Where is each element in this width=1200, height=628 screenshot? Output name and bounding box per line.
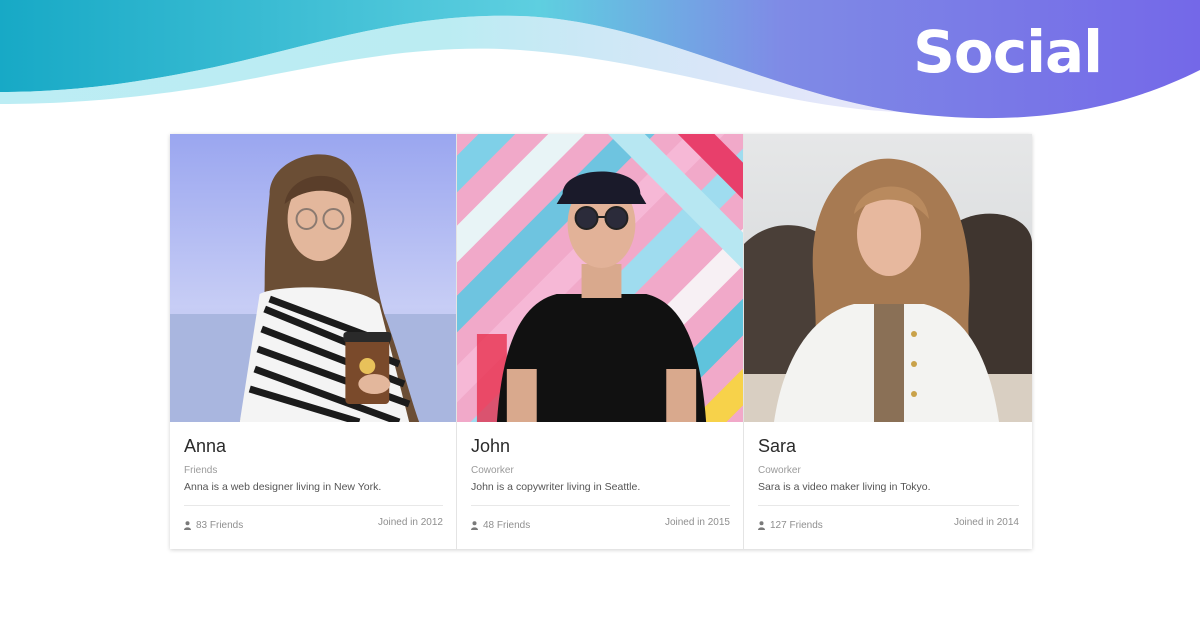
friends-count[interactable]: 83 Friends [184,520,243,531]
profile-cards: Anna Friends Anna is a web designer livi… [170,134,1032,549]
profile-photo-john [457,134,743,422]
profile-card-anna[interactable]: Anna Friends Anna is a web designer livi… [170,134,457,549]
friends-label: 127 Friends [770,520,823,531]
joined-date: Joined in 2012 [377,517,443,528]
card-footer: 83 Friends Joined in 2012 [184,517,443,533]
card-footer: 48 Friends Joined in 2015 [471,517,730,533]
card-description: John is a copywriter living in Seattle. [471,481,641,493]
card-name: Anna [184,436,227,456]
profile-card-sara[interactable]: Sara Coworker Sara is a video maker livi… [744,134,1032,549]
card-relation: Coworker [471,465,514,476]
friends-label: 48 Friends [483,520,531,531]
profile-photo-anna [170,134,456,422]
card-relation: Coworker [758,465,801,476]
card-divider [184,505,443,506]
card-divider [471,505,730,506]
brand-title: Social [913,18,1103,86]
friends-label: 83 Friends [196,520,244,531]
user-icon [471,521,478,530]
profile-photo-sara [744,134,1032,422]
user-icon [184,521,191,530]
friends-count[interactable]: 48 Friends [471,520,530,531]
card-description: Anna is a web designer living in New Yor… [184,481,382,493]
user-icon [758,521,765,530]
joined-date: Joined in 2014 [953,517,1019,528]
card-footer: 127 Friends Joined in 2014 [758,517,1019,533]
profile-card-john[interactable]: John Coworker John is a copywriter livin… [457,134,744,549]
joined-date: Joined in 2015 [664,517,730,528]
friends-count[interactable]: 127 Friends [758,520,823,531]
card-name: John [471,436,511,456]
card-relation: Friends [184,465,218,476]
card-name: Sara [758,436,797,456]
card-description: Sara is a video maker living in Tokyo. [758,481,931,493]
card-divider [758,505,1019,506]
